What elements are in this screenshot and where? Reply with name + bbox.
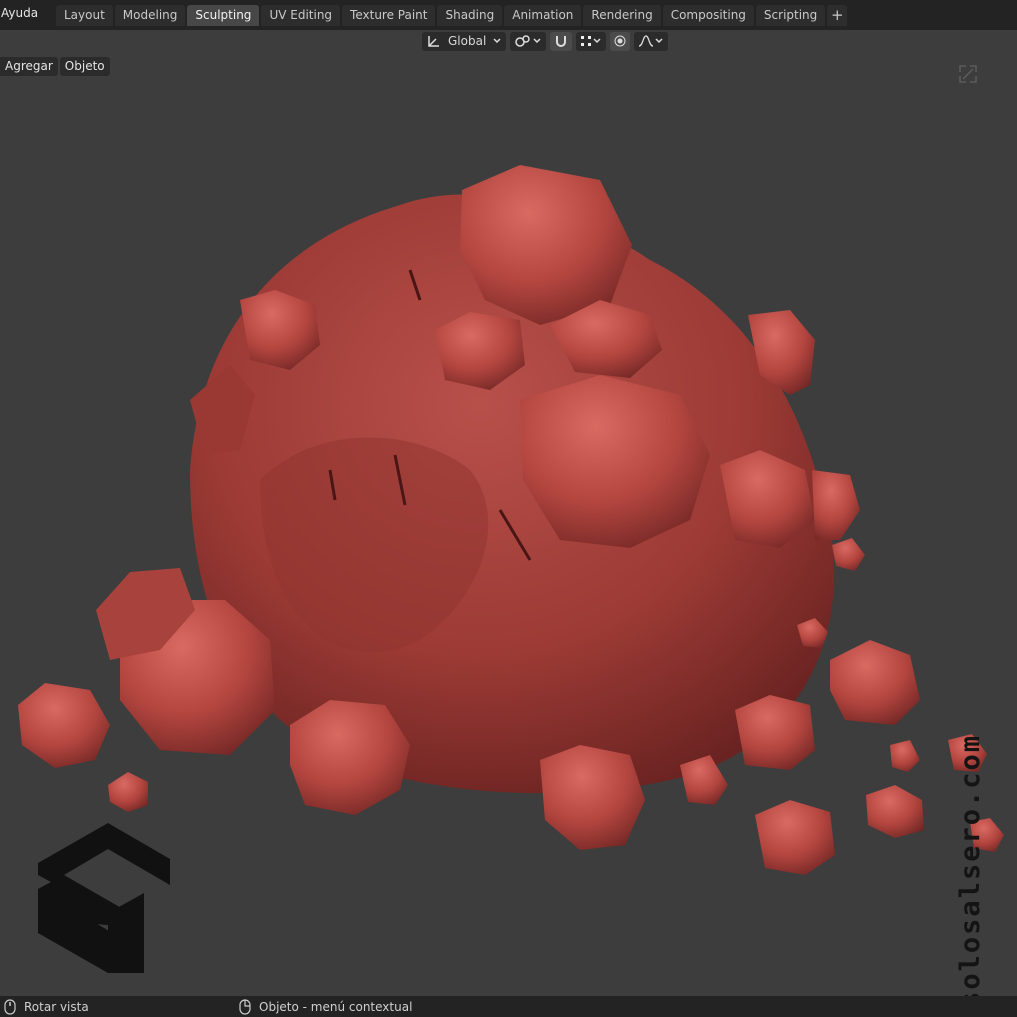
status-context-label: Objeto - menú contextual — [259, 1000, 413, 1014]
add-workspace-button[interactable]: + — [827, 5, 848, 26]
menu-help[interactable]: Ayuda — [1, 6, 38, 20]
chevron-down-icon — [533, 38, 541, 44]
add-menu-button[interactable]: Agregar — [0, 57, 58, 76]
mouse-middle-icon — [4, 999, 16, 1015]
tab-animation[interactable]: Animation — [504, 5, 582, 26]
tab-rendering[interactable]: Rendering — [583, 5, 661, 26]
proportional-editing-toggle[interactable] — [610, 31, 631, 51]
tab-modeling[interactable]: Modeling — [114, 5, 186, 26]
tab-shading[interactable]: Shading — [437, 5, 503, 26]
object-menu-button[interactable]: Objeto — [59, 57, 110, 76]
falloff-curve-icon — [639, 35, 654, 47]
status-rotate: Rotar vista — [4, 999, 89, 1015]
watermark-text: solosalsero.com — [955, 734, 986, 1008]
workspace-tabs: Layout Modeling Sculpting UV Editing Tex… — [56, 5, 848, 26]
tab-compositing[interactable]: Compositing — [662, 5, 754, 26]
viewport-menu-buttons: Agregar Objeto — [0, 57, 110, 76]
mouse-right-icon — [239, 999, 251, 1015]
status-rotate-label: Rotar vista — [24, 1000, 89, 1014]
status-context-menu: Objeto - menú contextual — [239, 999, 412, 1015]
pivot-point-dropdown[interactable] — [510, 31, 547, 51]
viewport-header-tools: Global — [422, 31, 669, 51]
chevron-down-icon — [593, 38, 601, 44]
fullscreen-icon[interactable] — [958, 64, 978, 84]
chevron-down-icon — [655, 38, 663, 44]
magnet-icon — [556, 36, 567, 47]
tab-layout[interactable]: Layout — [56, 5, 113, 26]
tab-texture-paint[interactable]: Texture Paint — [342, 5, 436, 26]
falloff-dropdown[interactable] — [634, 31, 669, 51]
workspace-bar: Ayuda Layout Modeling Sculpting UV Editi… — [0, 0, 1017, 30]
tab-scripting[interactable]: Scripting — [755, 5, 826, 26]
tab-sculpting[interactable]: Sculpting — [187, 5, 260, 26]
orientation-label: Global — [448, 34, 487, 48]
snap-toggle[interactable] — [550, 31, 573, 51]
solosalsero-logo — [38, 823, 170, 973]
transform-orientation-dropdown[interactable]: Global — [422, 31, 507, 51]
chevron-down-icon — [493, 38, 501, 44]
link-icon — [515, 35, 531, 47]
orientation-icon — [428, 36, 439, 47]
status-bar: Rotar vista Objeto - menú contextual — [0, 996, 1017, 1017]
grid-snap-icon — [581, 36, 592, 46]
snap-target-dropdown[interactable] — [576, 31, 607, 51]
tab-uv-editing[interactable]: UV Editing — [261, 5, 341, 26]
proportional-icon — [614, 35, 626, 47]
